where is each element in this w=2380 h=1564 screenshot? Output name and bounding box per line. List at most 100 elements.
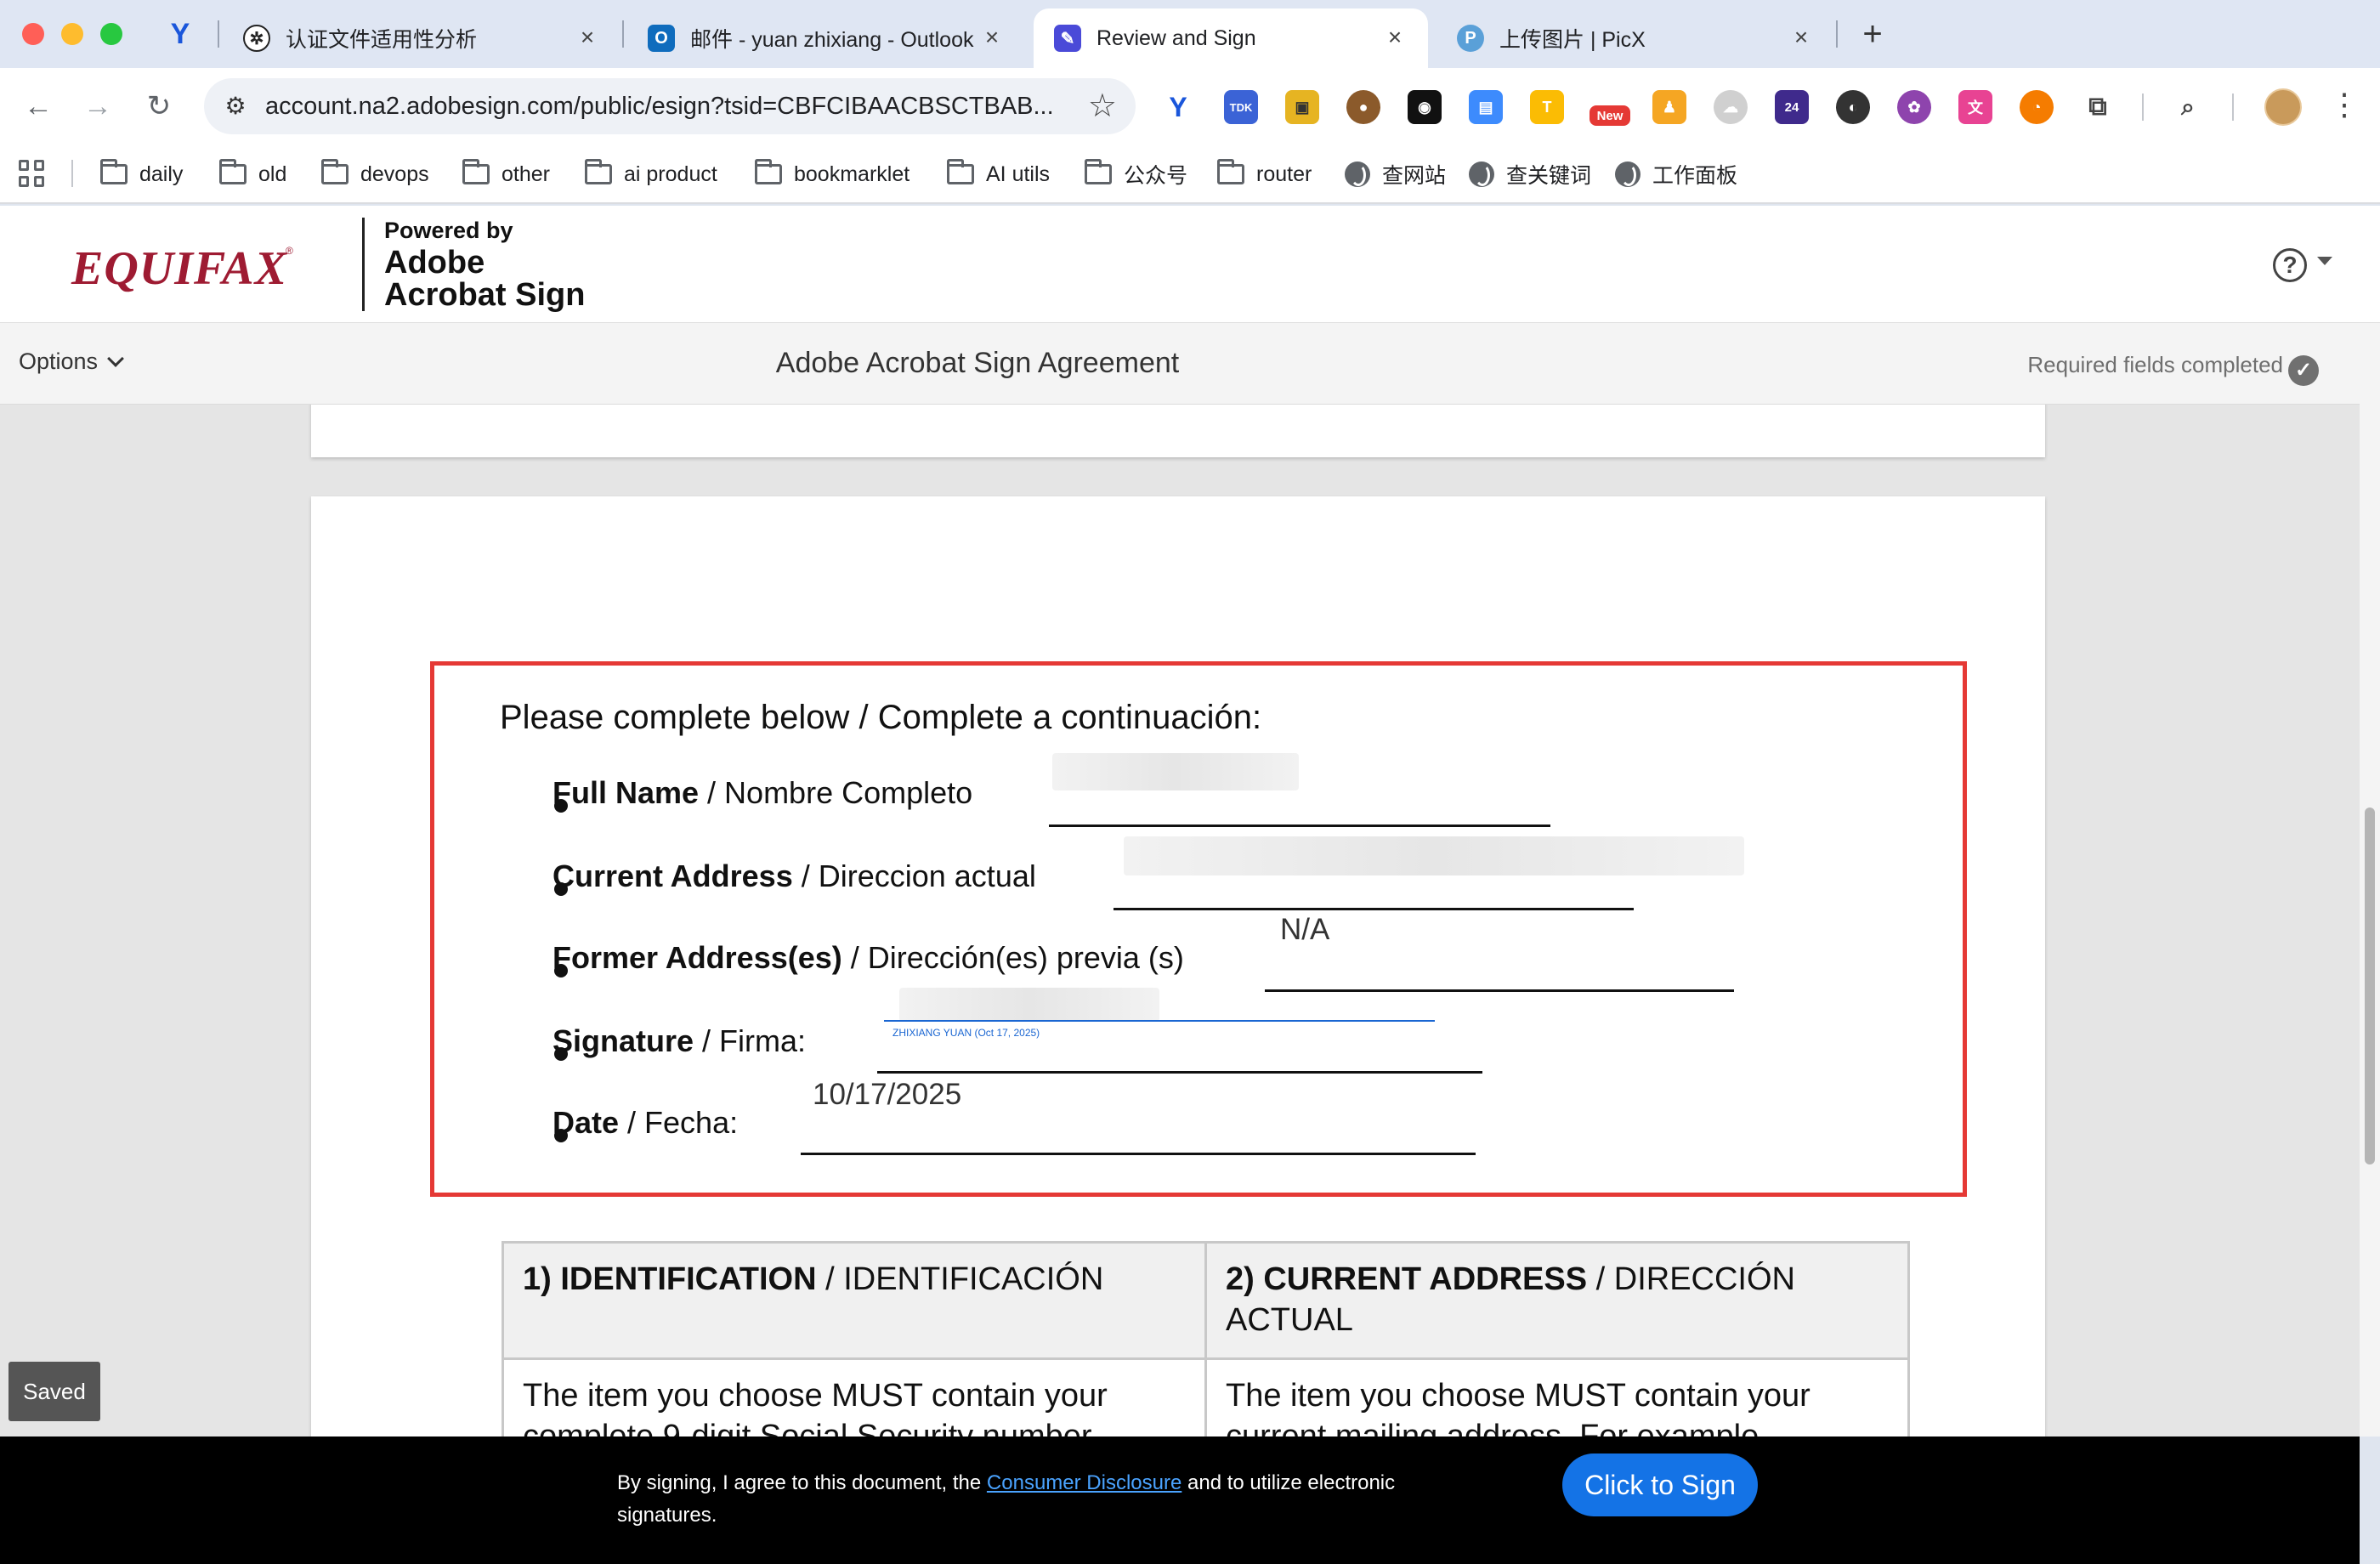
toolbar-separator (2142, 94, 2144, 121)
extension-translate-icon[interactable]: 文 (1958, 90, 1992, 124)
consumer-disclosure-link[interactable]: Consumer Disclosure (987, 1471, 1182, 1494)
bookmark-star-icon[interactable]: ☆ (1088, 87, 1117, 125)
globe-icon (1345, 162, 1370, 187)
tab-close-icon[interactable]: × (575, 26, 600, 51)
scrollbar-thumb[interactable] (2365, 808, 2375, 1164)
extension-cloud-icon[interactable]: ☁ (1714, 90, 1748, 124)
extension-brain-icon[interactable]: ✿ (1897, 90, 1931, 124)
folder-icon (1085, 159, 1112, 184)
date-label: Date / Fecha: (552, 1105, 739, 1140)
previous-page (311, 405, 2045, 457)
bookmark-ai-product[interactable]: ai product (585, 153, 717, 196)
date-value[interactable]: 10/17/2025 (813, 1078, 961, 1112)
bookmark-other[interactable]: other (462, 153, 550, 196)
picx-icon: P (1457, 25, 1484, 52)
bookmark-cha-wangzhan[interactable]: 查网站 (1345, 153, 1446, 196)
document-scrollbar[interactable] (2360, 323, 2380, 1436)
acrobat-sign-icon: ✎ (1054, 25, 1081, 52)
bookmark-devops[interactable]: devops (321, 153, 429, 196)
signature-redacted (899, 988, 1159, 1022)
extension-orange-icon[interactable]: ◔ (2020, 90, 2054, 124)
folder-icon (947, 159, 974, 184)
bookmark-daily[interactable]: daily (100, 153, 183, 196)
agreement-title: Adobe Acrobat Sign Agreement (775, 347, 1180, 379)
folder-icon (755, 159, 782, 184)
table-header-identification: 1) IDENTIFICATION / IDENTIFICACIÓN (502, 1241, 1207, 1360)
bookmark-cha-guanjianci[interactable]: 查关键词 (1469, 153, 1591, 196)
click-to-sign-button[interactable]: Click to Sign (1562, 1454, 1758, 1516)
reload-icon[interactable]: ↻ (139, 87, 178, 126)
tab-close-icon[interactable]: × (1788, 26, 1814, 51)
logo-divider (362, 218, 365, 311)
pinned-tab-icon[interactable]: Y (162, 15, 199, 53)
site-settings-icon[interactable]: ⚙ (219, 90, 252, 122)
extension-folder-icon[interactable]: ▣ (1285, 90, 1319, 124)
tab-1[interactable]: O 邮件 - yuan zhixiang - Outlook × (627, 8, 1025, 68)
bookmark-router[interactable]: router (1217, 153, 1312, 196)
extension-y-icon[interactable]: Y (1161, 90, 1195, 124)
date-underline (801, 1153, 1476, 1155)
required-fields-status: Required fields completed (2027, 352, 2283, 377)
former-address-label: Former Address(es) / Dirección(es) previ… (552, 940, 1184, 975)
extension-glasses-icon[interactable]: ◉ (1408, 90, 1442, 124)
bookmark-old[interactable]: old (219, 153, 286, 196)
former-address-value[interactable]: N/A (1280, 913, 1329, 947)
former-address-underline (1265, 989, 1734, 992)
bookmark-ai-utils[interactable]: AI utils (947, 153, 1050, 196)
folder-icon (1217, 159, 1244, 184)
folder-icon (321, 159, 348, 184)
new-tab-button[interactable]: + (1853, 15, 1892, 54)
apps-grid-icon[interactable] (19, 160, 46, 187)
help-chevron-down-icon[interactable] (2317, 257, 2332, 265)
close-window-button[interactable] (22, 23, 44, 45)
zoom-window-button[interactable] (100, 23, 122, 45)
extension-new-badge[interactable]: New (1590, 105, 1630, 126)
tab-title: Review and Sign (1096, 26, 1256, 50)
extensions-puzzle-icon[interactable]: ⧉ (2081, 90, 2115, 124)
extension-cookie-icon[interactable]: ● (1346, 90, 1380, 124)
bookmarks-separator (71, 160, 73, 187)
extension-person-icon[interactable]: ♟ (1652, 90, 1686, 124)
outlook-icon: O (648, 25, 675, 52)
bookmark-gongzuo-mianban[interactable]: 工作面板 (1615, 153, 1737, 196)
screen: Y ✲ 认证文件适用性分析 × O 邮件 - yuan zhixiang - O… (0, 0, 2380, 1564)
form-title: Please complete below / Complete a conti… (500, 699, 1262, 736)
folder-icon (585, 159, 612, 184)
extension-tdk-icon[interactable]: TDK (1224, 90, 1258, 124)
minimize-window-button[interactable] (61, 23, 83, 45)
browser-toolbar: ← → ↻ ⚙ account.na2.adobesign.com/public… (0, 68, 2380, 144)
globe-icon (1615, 162, 1640, 187)
tab-2-active[interactable]: ✎ Review and Sign × (1034, 8, 1428, 68)
bookmark-bookmarklet[interactable]: bookmarklet (755, 153, 910, 196)
extension-24-icon[interactable]: 24 (1775, 90, 1809, 124)
signature-caption: ZHIXIANG YUAN (Oct 17, 2025) (892, 1027, 1040, 1039)
address-bar[interactable]: ⚙ account.na2.adobesign.com/public/esign… (204, 78, 1136, 134)
back-arrow-icon[interactable]: ← (19, 87, 58, 126)
bookmark-gongzhonghao[interactable]: 公众号 (1085, 153, 1187, 196)
tab-3[interactable]: P 上传图片 | PicX × (1436, 8, 1834, 68)
current-address-redacted (1124, 836, 1744, 876)
extension-t-icon[interactable]: T (1530, 90, 1564, 124)
app-header: EQUIFAX ® Powered by Adobe Acrobat Sign … (0, 206, 2380, 323)
saved-indicator: Saved (8, 1362, 100, 1421)
signature-field-line[interactable] (884, 1020, 1435, 1022)
tab-title: 邮件 - yuan zhixiang - Outlook (690, 28, 974, 52)
full-name-redacted (1052, 753, 1299, 790)
tab-separator (218, 20, 219, 48)
sign-footer: By signing, I agree to this document, th… (0, 1436, 2360, 1564)
extension-dark-icon[interactable]: ◐ (1836, 90, 1870, 124)
extension-file-icon[interactable]: ▤ (1469, 90, 1503, 124)
forward-arrow-icon[interactable]: → (78, 87, 117, 126)
tab-0[interactable]: ✲ 认证文件适用性分析 × (223, 8, 620, 68)
tab-close-icon[interactable]: × (979, 26, 1005, 51)
profile-avatar[interactable] (2264, 88, 2302, 126)
browser-menu-icon[interactable]: ⋮ (2329, 87, 2360, 122)
help-icon[interactable]: ? (2273, 248, 2307, 282)
table-header-current-address: 2) CURRENT ADDRESS / DIRECCIÓN ACTUAL (1204, 1241, 1910, 1360)
tab-close-icon[interactable]: × (1382, 26, 1408, 51)
url-text[interactable]: account.na2.adobesign.com/public/esign?t… (265, 93, 1064, 121)
tab-search-icon[interactable]: ⌕ (2171, 90, 2205, 124)
browser-tabstrip: Y ✲ 认证文件适用性分析 × O 邮件 - yuan zhixiang - O… (0, 0, 2380, 68)
folder-icon (100, 159, 128, 184)
tab-title: 认证文件适用性分析 (286, 28, 478, 52)
